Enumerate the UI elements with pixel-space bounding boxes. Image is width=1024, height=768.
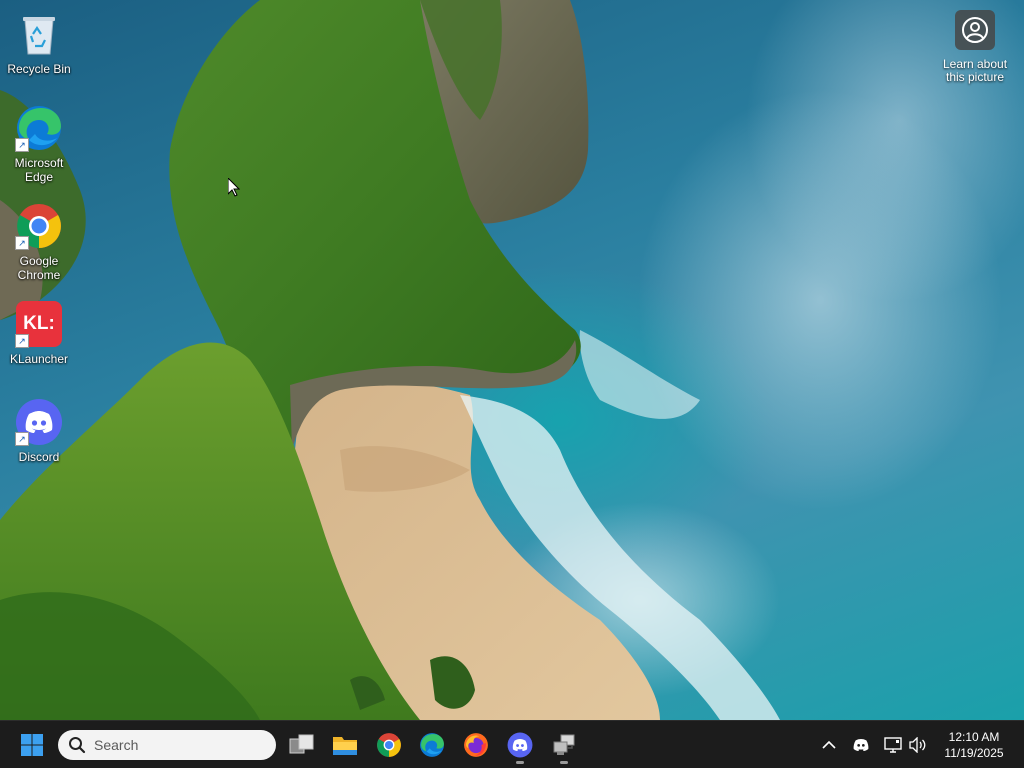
mouse-cursor-icon [228,178,240,197]
discord-icon: ↗ [15,398,63,446]
desktop-wallpaper [0,0,1024,720]
volume-icon [909,737,926,753]
taskbar-clock[interactable]: 12:10 AM 11/19/2025 [934,729,1014,761]
show-hidden-icons-button[interactable] [817,733,841,757]
desktop-icon-microsoft-edge[interactable]: ↗ Microsoft Edge [4,104,74,184]
taskbar-network-share[interactable] [544,725,584,765]
shortcut-arrow-icon: ↗ [15,432,29,446]
shortcut-arrow-icon: ↗ [15,236,29,250]
shortcut-arrow-icon: ↗ [15,138,29,152]
task-view-icon [289,734,314,754]
firefox-icon [464,733,488,757]
wallpaper-scene [0,0,780,720]
discord-icon [507,732,533,758]
chrome-icon [377,733,401,757]
tray-volume[interactable] [906,733,930,757]
shortcut-arrow-icon: ↗ [15,334,29,348]
clock-date: 11/19/2025 [944,746,1004,760]
desktop-icon-label: KLauncher [9,352,69,366]
windows-start-icon [21,734,43,756]
tray-network[interactable] [881,733,905,757]
taskbar-firefox[interactable] [456,725,496,765]
chevron-up-icon [822,740,836,749]
tray-discord[interactable] [849,733,873,757]
desktop-icon-label: Google Chrome [17,254,61,282]
task-view-button[interactable] [282,725,322,765]
desktop-icon-google-chrome[interactable]: ↗ Google Chrome [4,202,74,282]
taskbar-file-explorer[interactable] [325,725,365,765]
search-placeholder: Search [94,737,139,753]
recycle-bin-icon [15,10,63,58]
learn-about-picture-button[interactable]: Learn about this picture [936,10,1014,84]
edge-icon: ↗ [15,104,63,152]
network-share-icon [553,734,575,755]
learn-about-picture-label: Learn about this picture [942,57,1008,84]
running-indicator [560,761,568,764]
taskbar-microsoft-edge[interactable] [412,725,452,765]
edge-icon [420,733,444,757]
desktop-icon-recycle-bin[interactable]: Recycle Bin [4,10,74,76]
clock-time: 12:10 AM [948,730,1000,744]
learn-about-picture-icon [955,10,995,50]
desktop-icon-klauncher[interactable]: KL: ↗ KLauncher [4,300,74,366]
taskbar-google-chrome[interactable] [369,725,409,765]
file-explorer-icon [333,737,357,755]
network-icon [884,737,902,753]
running-indicator [516,761,524,764]
desktop-icon-label: Discord [18,450,60,464]
start-button[interactable] [12,725,52,765]
discord-tray-icon [853,739,869,751]
taskbar-search-box[interactable]: Search [58,730,276,760]
desktop-icon-label: Microsoft Edge [14,156,64,184]
chrome-icon: ↗ [15,202,63,250]
search-icon [69,737,86,754]
desktop-icon-discord[interactable]: ↗ Discord [4,398,74,464]
taskbar: Search 12:10 AM 11/19/2025 [0,720,1024,768]
taskbar-discord[interactable] [500,725,540,765]
desktop-icon-label: Recycle Bin [7,62,71,76]
klauncher-icon: KL: ↗ [15,300,63,348]
